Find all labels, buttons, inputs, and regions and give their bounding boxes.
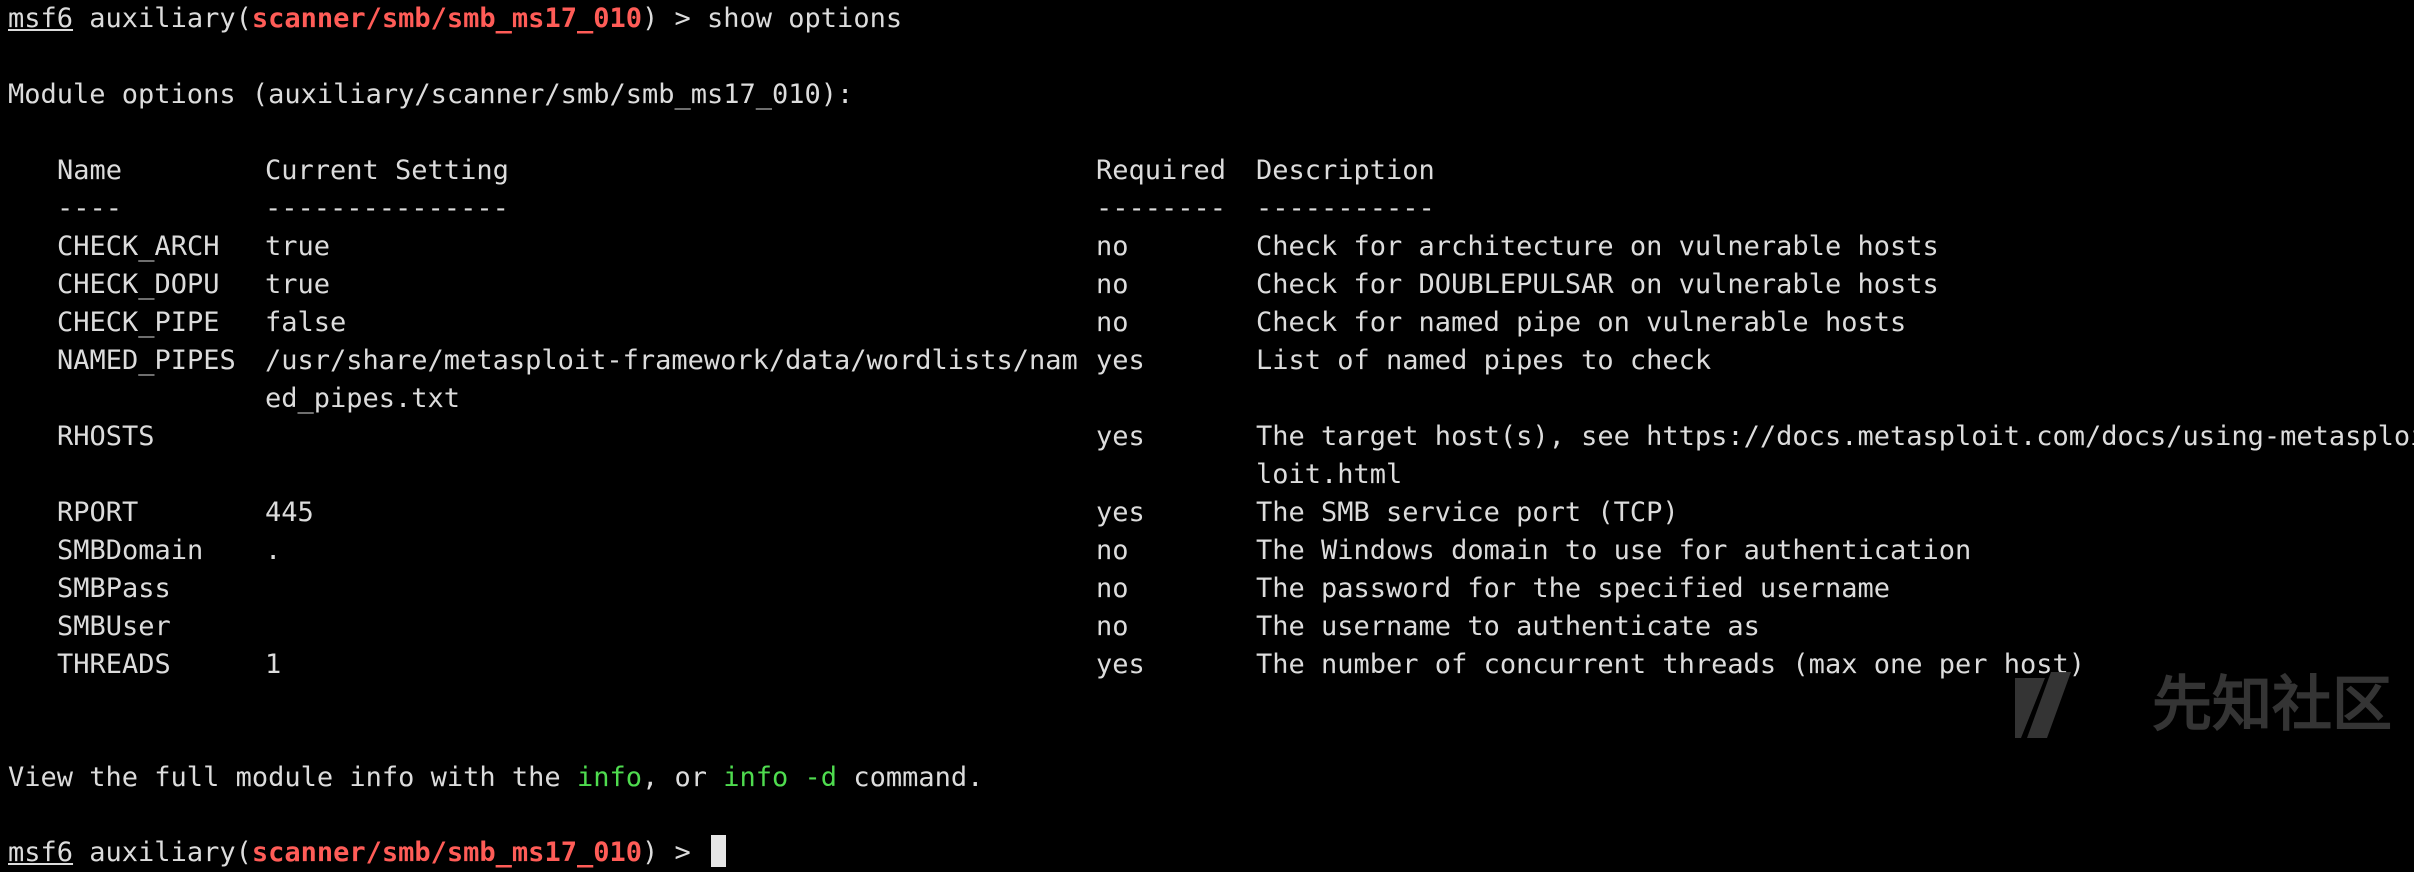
option-setting: /usr/share/metasploit-framework/data/wor… [265,345,1078,376]
option-name: CHECK_PIPE [57,307,220,338]
option-name: THREADS [57,649,171,680]
option-setting: true [265,231,331,262]
typed-command: show options [707,3,903,34]
table-row-continuation: loit.html [8,456,2414,494]
option-description: Check for named pipe on vulnerable hosts [1256,307,1907,338]
option-name: RPORT [57,497,139,528]
prompt-name: msf6 [8,837,74,868]
option-description: The SMB service port (TCP) [1256,497,1679,528]
option-description: Check for architecture on vulnerable hos… [1256,231,1939,262]
hint-prefix: View the full module info with the [8,762,577,793]
module-options-header: Module options (auxiliary/scanner/smb/sm… [8,79,854,110]
option-description: Check for DOUBLEPULSAR on vulnerable hos… [1256,269,1939,300]
watermark-text: 先知社区 [2152,670,2392,740]
option-description: List of named pipes to check [1256,345,1712,376]
option-required: yes [1096,421,1145,452]
terminal-window[interactable]: msf6 auxiliary(scanner/smb/smb_ms17_010)… [0,0,2414,872]
prompt-prefix: auxiliary( [73,837,252,868]
option-name: SMBUser [57,611,171,642]
option-description: The username to authenticate as [1256,611,1760,642]
prompt-suffix: ) > [641,837,708,868]
option-name: SMBPass [57,573,171,604]
hint-suffix: command. [837,762,984,793]
prompt-line-2[interactable]: msf6 auxiliary(scanner/smb/smb_ms17_010)… [8,834,727,872]
option-setting: false [265,307,347,338]
option-required: yes [1096,649,1145,680]
table-row-continuation: ed_pipes.txt [8,380,2414,418]
table-row: CHECK_DOPU true no Check for DOUBLEPULSA… [8,266,2414,304]
option-setting: true [265,269,331,300]
module-info-hint: View the full module info with the info,… [8,759,983,797]
option-description: The Windows domain to use for authentica… [1256,535,1972,566]
info-command: info [576,762,642,793]
header-description: Description [1256,155,1435,186]
text-cursor[interactable] [711,835,727,867]
option-name: CHECK_ARCH [57,231,220,262]
divider-required: -------- [1096,193,1227,224]
table-row: RPORT 445 yes The SMB service port (TCP) [8,494,2414,532]
info-d-command: info -d [723,762,838,793]
option-required: no [1096,269,1129,300]
option-description-continuation: loit.html [1256,459,1403,490]
option-required: no [1096,535,1129,566]
table-row: CHECK_ARCH true no Check for architectur… [8,228,2414,266]
prompt-name: msf6 [8,3,74,34]
xianzhi-logo-icon [2011,550,2136,860]
option-description: The target host(s), see https://docs.met… [1256,421,2414,452]
option-name: NAMED_PIPES [57,345,236,376]
option-required: no [1096,231,1129,262]
option-setting: 445 [265,497,314,528]
hint-middle: , or [641,762,724,793]
table-row: RHOSTS yes The target host(s), see https… [8,418,2414,456]
option-name: CHECK_DOPU [57,269,220,300]
option-required: no [1096,573,1129,604]
table-header-row: Name Current Setting Required Descriptio… [8,152,2414,190]
divider-current-setting: --------------- [265,193,509,224]
prompt-suffix: ) > [641,3,708,34]
header-name: Name [57,155,123,186]
header-required: Required [1096,155,1227,186]
prompt-module-path: scanner/smb/smb_ms17_010 [251,3,642,34]
option-required: no [1096,307,1129,338]
option-setting-continuation: ed_pipes.txt [265,383,461,414]
option-description: The number of concurrent threads (max on… [1256,649,2086,680]
option-setting: . [265,535,282,566]
option-required: yes [1096,497,1145,528]
option-required: no [1096,611,1129,642]
option-required: yes [1096,345,1145,376]
divider-description: ----------- [1256,193,1435,224]
option-name: RHOSTS [57,421,155,452]
prompt-module-path: scanner/smb/smb_ms17_010 [251,837,642,868]
option-description: The password for the specified username [1256,573,1890,604]
table-row: NAMED_PIPES /usr/share/metasploit-framew… [8,342,2414,380]
option-name: SMBDomain [57,535,204,566]
option-setting: 1 [265,649,282,680]
prompt-line-1: msf6 auxiliary(scanner/smb/smb_ms17_010)… [8,0,902,38]
divider-name: ---- [57,193,123,224]
table-divider-row: ---- --------------- -------- ----------… [8,190,2414,228]
table-row: CHECK_PIPE false no Check for named pipe… [8,304,2414,342]
header-current-setting: Current Setting [265,155,509,186]
prompt-prefix: auxiliary( [73,3,252,34]
watermark: 先知社区 [2011,550,2392,860]
